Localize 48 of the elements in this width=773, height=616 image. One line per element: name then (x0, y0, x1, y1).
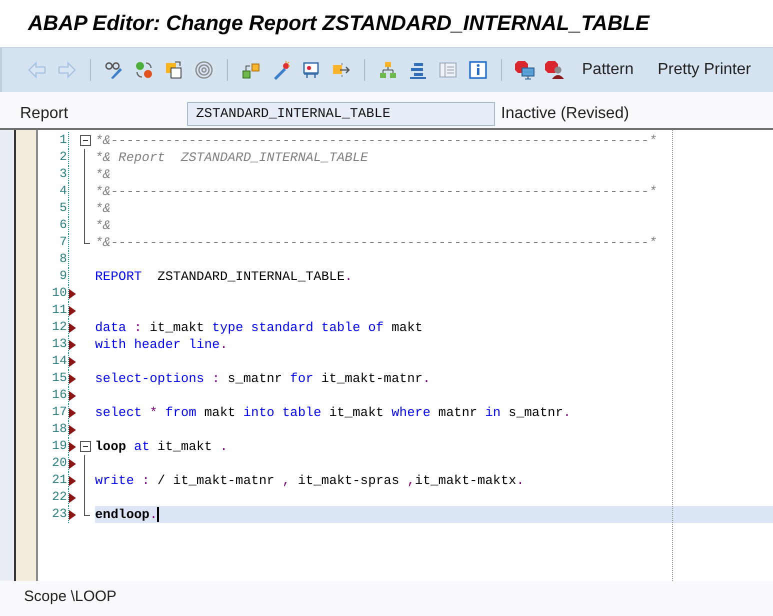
window-title: ABAP Editor: Change Report ZSTANDARD_INTERNAL_TABLE (28, 10, 650, 37)
code-line: write : / it_makt-matnr , it_makt-spras ,it_makt-maktx. (95, 473, 524, 488)
info-icon (468, 60, 488, 80)
fold-end-line (84, 234, 90, 244)
code-comment: *& (95, 201, 111, 216)
code-line: REPORT ZSTANDARD_INTERNAL_TABLE. (95, 269, 352, 284)
layout-icon (438, 60, 458, 80)
fold-end-line (84, 506, 90, 516)
line-number: 3 (38, 166, 69, 183)
line-number: 1 (38, 132, 69, 149)
line-number: 2 (38, 149, 69, 166)
line-number: 4 (38, 183, 69, 200)
hierarchy-icon (378, 60, 398, 80)
collapse-icon[interactable] (80, 441, 91, 452)
code-line: select * from makt into table it_makt where matnr in s_matnr. (95, 405, 571, 420)
report-label: Report (20, 104, 70, 124)
text-cursor (157, 507, 160, 522)
glasses-pencil-icon (104, 60, 124, 80)
code-line: loop at it_makt . (95, 439, 228, 454)
copy-icon (164, 60, 184, 80)
spiral-icon (194, 60, 214, 80)
code-comment: *&---------------------------------------------------------------------* (95, 235, 657, 250)
code-line: with header line. (95, 337, 228, 352)
stop-sign-person-icon (545, 60, 565, 80)
code-line: select-options : s_matnr for it_makt-matnr. (95, 371, 430, 386)
line-number: 8 (38, 251, 69, 268)
code-comment: *& Report ZSTANDARD_INTERNAL_TABLE (95, 150, 368, 165)
code-comment: *& (95, 218, 111, 233)
circles-icon (134, 60, 154, 80)
printer-icon (301, 60, 321, 80)
line-number: 5 (38, 200, 69, 217)
code-comment: *&---------------------------------------------------------------------* (95, 184, 657, 199)
stack-icon (408, 60, 428, 80)
line-number: 7 (38, 234, 69, 251)
status-text: Scope \LOOP (24, 588, 117, 605)
code-comment: *& (95, 167, 111, 182)
line-number: 6 (38, 217, 69, 234)
report-status: Inactive (Revised) (501, 104, 630, 124)
collapse-icon[interactable] (80, 135, 91, 146)
stop-sign-monitor-icon (515, 60, 535, 80)
code-line: endloop. (95, 507, 158, 522)
export-icon (331, 60, 351, 80)
pretty-printer-button[interactable]: Pretty Printer (648, 56, 761, 84)
code-comment: *&---------------------------------------------------------------------* (95, 133, 657, 148)
code-line: data : it_makt type standard table of makt (95, 320, 423, 335)
report-field[interactable]: ZSTANDARD_INTERNAL_TABLE (187, 102, 495, 126)
line-number: 9 (38, 268, 69, 285)
pattern-button[interactable]: Pattern (572, 56, 644, 84)
